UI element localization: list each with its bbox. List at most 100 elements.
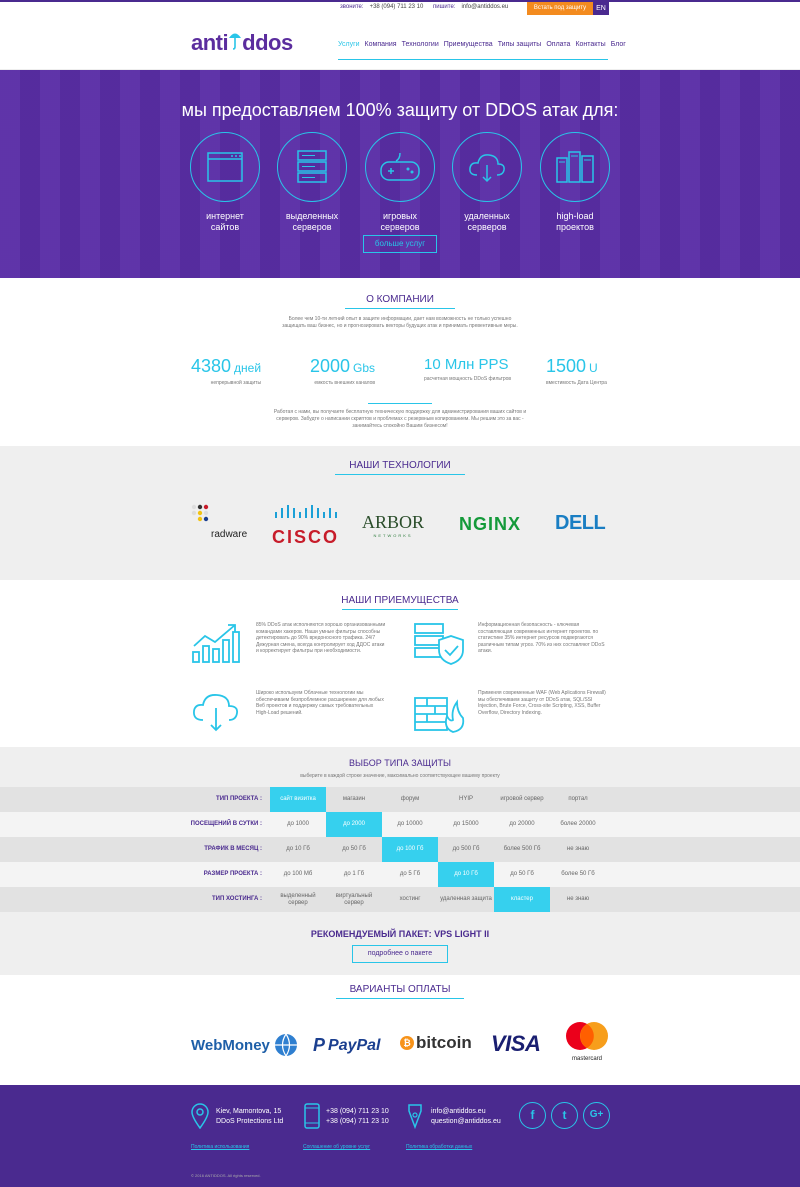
paypal-text: PayPal	[328, 1036, 381, 1054]
protection-option[interactable]: до 10000	[382, 812, 438, 837]
top-phone[interactable]: +38 (094) 711 23 10	[370, 4, 424, 10]
server-rack-icon	[540, 132, 610, 202]
tech-title: НАШИ ТЕХНОЛОГИИ	[349, 460, 451, 471]
bitcoin-logo: ₿ bitcoin	[400, 1033, 472, 1053]
protection-option[interactable]: не знаю	[550, 837, 606, 862]
growth-chart-icon	[192, 624, 240, 663]
protection-option[interactable]: до 2000	[326, 812, 382, 837]
nav-item-protection-types[interactable]: Типы защиты	[498, 41, 542, 48]
protection-option[interactable]: более 20000	[550, 812, 606, 837]
protection-option[interactable]: до 5 Гб	[382, 862, 438, 887]
protection-option[interactable]: HYIP	[438, 787, 494, 812]
protection-option[interactable]: форум	[382, 787, 438, 812]
service-remote[interactable]: удаленных серверов	[437, 132, 537, 233]
payment-title-underline	[336, 998, 464, 999]
protection-option[interactable]: игровой сервер	[494, 787, 550, 812]
protection-option[interactable]: выделенный сервер	[270, 887, 326, 912]
stat-capacity-caption: вместимость Дата Центра	[546, 380, 607, 386]
protection-option[interactable]: хостинг	[382, 887, 438, 912]
stat-pps-caption: расчетная мощность DDoS фильтров	[424, 376, 512, 382]
protection-option[interactable]: более 50 Гб	[550, 862, 606, 887]
protection-option[interactable]: более 500 Гб	[494, 837, 550, 862]
advantage-4-text: Применяя современные WAF (Web Aplication…	[478, 690, 606, 716]
recommended-package: РЕКОМЕНДУЕМЫЙ ПАКЕТ: VPS LIGHT II	[310, 929, 490, 939]
facebook-icon[interactable]: f	[519, 1102, 546, 1129]
footer-email-1[interactable]: info@antiddos.eu	[431, 1107, 501, 1117]
stat-bandwidth-caption: емкость внешних каналов	[314, 380, 376, 386]
protection-option[interactable]: не знаю	[550, 887, 606, 912]
tech-title-underline	[335, 474, 465, 475]
paypal-logo: P PayPal	[313, 1035, 381, 1056]
protection-option[interactable]: виртуальный сервер	[326, 887, 382, 912]
webmoney-text: WebMoney	[191, 1036, 270, 1054]
protection-option[interactable]: до 50 Гб	[494, 862, 550, 887]
logo[interactable]: anti ddos	[191, 30, 293, 56]
protection-option[interactable]: портал	[550, 787, 606, 812]
call-label: звоните:	[340, 4, 364, 10]
protection-option[interactable]: до 100 Мб	[270, 862, 326, 887]
protection-option[interactable]: до 50 Гб	[326, 837, 382, 862]
main-nav: Услуги Компания Технологии Приемущества …	[338, 41, 626, 48]
protection-option[interactable]: до 15000	[438, 812, 494, 837]
protection-row-label: РАЗМЕР ПРОЕКТА :	[203, 871, 262, 877]
protection-option[interactable]: сайт визитка	[270, 787, 326, 812]
globe-icon	[274, 1033, 297, 1057]
stat-bandwidth-value: 2000	[310, 356, 351, 376]
email-info: пишите: info@antiddos.eu	[433, 4, 508, 10]
twitter-icon[interactable]: t	[551, 1102, 578, 1129]
protection-option[interactable]: кластер	[494, 887, 550, 912]
hero: мы предоставляем 100% защиту от DDOS ата…	[0, 70, 800, 278]
service-game-line2: серверов	[380, 222, 420, 232]
nav-item-blog[interactable]: Блог	[611, 41, 626, 48]
footer-link-usage-policy[interactable]: Политика использования	[191, 1144, 249, 1150]
nav-item-technologies[interactable]: Технологии	[402, 41, 439, 48]
protection-section: ВЫБОР ТИПА ЗАЩИТЫ выберите в каждой стро…	[0, 747, 800, 975]
service-game-line1: игровых	[382, 211, 418, 221]
service-highload[interactable]: high-load проектов	[525, 132, 625, 233]
arbor-subtext: NETWORKS	[373, 533, 413, 538]
stat-days: 4380 дней непрерывной защиты	[191, 356, 261, 386]
advantages-section: НАШИ ПРИЕМУЩЕСТВА 85% DDoS атак исполняю…	[0, 580, 800, 747]
stat-capacity-value: 1500	[546, 356, 587, 376]
nav-item-contacts[interactable]: Контакты	[575, 41, 605, 48]
footer-email-2[interactable]: question@antiddos.eu	[431, 1117, 501, 1127]
service-websites[interactable]: интернет сайтов	[175, 132, 275, 233]
nav-item-payment[interactable]: Оплата	[546, 41, 570, 48]
protection-option[interactable]: до 1 Гб	[326, 862, 382, 887]
write-label: пишите:	[433, 4, 456, 10]
service-dedicated-line1: выделенных	[285, 211, 339, 221]
arbor-logo: ARBOR NETWORKS	[362, 512, 424, 538]
protection-option[interactable]: до 10 Гб	[270, 837, 326, 862]
footer-phone-2[interactable]: +38 (094) 711 23 10	[326, 1117, 389, 1127]
protection-option[interactable]: до 100 Гб	[382, 837, 438, 862]
nav-item-services[interactable]: Услуги	[338, 41, 360, 48]
google-plus-icon[interactable]: G+	[583, 1102, 610, 1129]
about-section: О КОМПАНИИ Более чем 10-ти летний опыт в…	[0, 278, 800, 446]
top-email[interactable]: info@antiddos.eu	[461, 4, 508, 10]
protection-option[interactable]: до 500 Гб	[438, 837, 494, 862]
advantage-1-text: 85% DDoS атак исполняются хорошо организ…	[256, 622, 386, 654]
protection-row-project-type: ТИП ПРОЕКТА : сайт визитка магазин форум HYI…	[0, 787, 800, 812]
cisco-logo: CISCO	[272, 504, 342, 548]
protection-option[interactable]: удаленная защита	[438, 887, 494, 912]
nav-item-company[interactable]: Компания	[365, 41, 397, 48]
payment-section: ВАРИАНТЫ ОПЛАТЫ WebMoney P PayPal ₿ bitc…	[0, 975, 800, 1085]
package-details-button[interactable]: подробнее о пакете	[352, 945, 448, 963]
protection-option[interactable]: до 10 Гб	[438, 862, 494, 887]
gamepad-icon	[365, 132, 435, 202]
footer-phone-1[interactable]: +38 (094) 711 23 10	[326, 1107, 389, 1117]
protection-option[interactable]: до 1000	[270, 812, 326, 837]
more-services-button[interactable]: больше услуг	[363, 235, 437, 253]
protection-option[interactable]: магазин	[326, 787, 382, 812]
service-game[interactable]: игровых серверов	[350, 132, 450, 233]
footer-link-sla[interactable]: Соглашение об уровне услуг	[303, 1144, 370, 1150]
mastercard-circles-icon	[566, 1022, 608, 1050]
footer-link-privacy[interactable]: Политика обработки данных	[406, 1144, 472, 1150]
visa-logo: VISA	[491, 1031, 541, 1056]
bitcoin-text: bitcoin	[416, 1033, 472, 1052]
pen-nib-icon	[408, 1104, 422, 1129]
protection-option[interactable]: до 20000	[494, 812, 550, 837]
protection-row-monthly-traffic: ТРАФИК В МЕСЯЦ : до 10 Гб до 50 Гб до 100 Г…	[0, 837, 800, 862]
service-dedicated[interactable]: выделенных серверов	[262, 132, 362, 233]
nav-item-advantages[interactable]: Приемущества	[444, 41, 493, 48]
